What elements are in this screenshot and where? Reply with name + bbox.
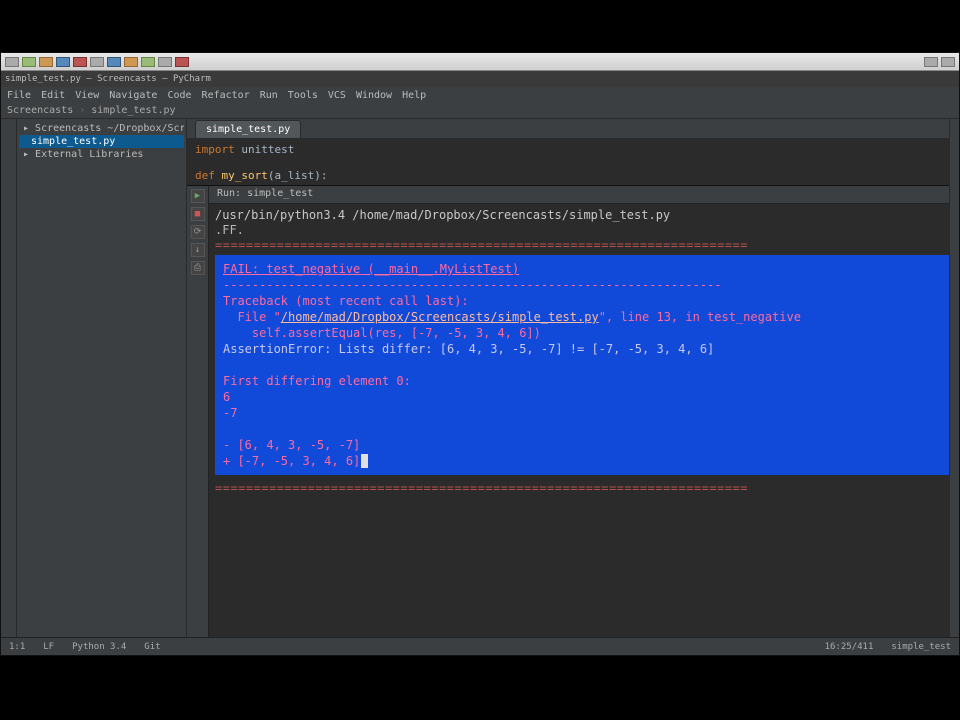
terminal-output[interactable]: /usr/bin/python3.4 /home/mad/Dropbox/Scr… (209, 204, 949, 637)
ide-title-text: simple_test.py — Screencasts — PyCharm (5, 74, 211, 84)
menu-vcs[interactable]: VCS (328, 90, 346, 101)
traceback-line: self.assertEqual(res, [-7, -5, 3, 4, 6]) (223, 326, 541, 340)
assertion-error: AssertionError: Lists differ: [6, 4, 3, … (223, 342, 714, 356)
gutter-button[interactable]: ⟳ (191, 225, 205, 239)
taskbar-item[interactable] (175, 57, 189, 67)
status-vcs[interactable]: Git (144, 642, 160, 652)
ide-menubar[interactable]: File Edit View Navigate Code Refactor Ru… (1, 87, 959, 103)
taskbar-item[interactable] (39, 57, 53, 67)
rerun-button[interactable]: ▶ (191, 189, 205, 203)
status-bar: 1:1 LF Python 3.4 Git 16:25/411 simple_t… (1, 637, 959, 655)
breadcrumb[interactable]: Screencasts › simple_test.py (1, 103, 959, 119)
diff-line: + [-7, -5, 3, 4, 6] (223, 454, 360, 468)
tab-simple-test[interactable]: simple_test.py (195, 120, 301, 138)
menu-refactor[interactable]: Refactor (202, 90, 250, 101)
taskbar-item[interactable] (73, 57, 87, 67)
terminal-selection[interactable]: FAIL: test_negative (__main__.MyListTest… (215, 255, 949, 475)
taskbar-item[interactable] (158, 57, 172, 67)
taskbar-tray[interactable] (924, 57, 938, 67)
menu-run[interactable]: Run (260, 90, 278, 101)
desktop-screen: simple_test.py — Screencasts — PyCharm F… (0, 52, 960, 656)
stop-button[interactable]: ■ (191, 207, 205, 221)
taskbar-item[interactable] (124, 57, 138, 67)
folder-icon: ▸ (23, 149, 35, 160)
menu-view[interactable]: View (75, 90, 99, 101)
crumb-sep: › (79, 105, 85, 116)
gutter-button[interactable]: ↓ (191, 243, 205, 257)
text-cursor (361, 454, 368, 468)
taskbar-tray[interactable] (941, 57, 955, 67)
taskbar-item[interactable] (56, 57, 70, 67)
tree-file-selected[interactable]: simple_test.py (19, 135, 184, 148)
left-tool-rail[interactable] (1, 119, 17, 637)
tree-root[interactable]: ▸ Screencasts ~/Dropbox/Screencasts (19, 122, 184, 135)
diff-line: 6 (223, 390, 230, 404)
tree-external-libs[interactable]: ▸ External Libraries (19, 148, 184, 161)
taskbar-item[interactable] (5, 57, 19, 67)
status-interpreter[interactable]: Python 3.4 (72, 642, 126, 652)
crumb-folder[interactable]: Screencasts (7, 105, 73, 116)
gutter-button[interactable]: ⎙ (191, 261, 205, 275)
menu-edit[interactable]: Edit (41, 90, 65, 101)
terminal-test-status: .FF. (215, 223, 943, 238)
status-run-config[interactable]: simple_test (891, 642, 951, 652)
menu-tools[interactable]: Tools (288, 90, 318, 101)
editor-tabs[interactable]: simple_test.py (187, 119, 949, 139)
status-time: 16:25/411 (825, 642, 874, 652)
project-tree[interactable]: ▸ Screencasts ~/Dropbox/Screencasts simp… (17, 119, 187, 637)
terminal-cmd: /usr/bin/python3.4 /home/mad/Dropbox/Scr… (215, 208, 943, 223)
crumb-file[interactable]: simple_test.py (91, 105, 175, 116)
ide-window: simple_test.py — Screencasts — PyCharm F… (1, 71, 959, 655)
menu-code[interactable]: Code (167, 90, 191, 101)
terminal-divider: ========================================… (215, 481, 943, 496)
taskbar-item[interactable] (107, 57, 121, 67)
os-taskbar[interactable] (1, 53, 959, 71)
right-tool-rail[interactable] (949, 119, 959, 637)
run-tool-window: ▶ ■ ⟳ ↓ ⎙ Run: simple_test /usr/bin/pyth… (187, 185, 949, 637)
run-gutter: ▶ ■ ⟳ ↓ ⎙ (187, 186, 209, 637)
menu-window[interactable]: Window (356, 90, 392, 101)
letterbox-bottom (0, 656, 960, 720)
menu-file[interactable]: File (7, 90, 31, 101)
menu-navigate[interactable]: Navigate (109, 90, 157, 101)
diff-line: - [6, 4, 3, -5, -7] (223, 438, 360, 452)
status-eol[interactable]: LF (43, 642, 54, 652)
menu-help[interactable]: Help (402, 90, 426, 101)
diff-line: First differing element 0: (223, 374, 411, 388)
taskbar-item[interactable] (141, 57, 155, 67)
terminal-divider: ========================================… (215, 238, 943, 253)
taskbar-item[interactable] (22, 57, 36, 67)
folder-icon: ▸ (23, 123, 35, 134)
fail-header: FAIL: test_negative (__main__.MyListTest… (223, 262, 519, 276)
status-pos[interactable]: 1:1 (9, 642, 25, 652)
ide-titlebar: simple_test.py — Screencasts — PyCharm (1, 71, 959, 87)
code-editor[interactable]: import unittest def my_sort(a_list): (187, 139, 949, 185)
taskbar-item[interactable] (90, 57, 104, 67)
traceback-file-link[interactable]: /home/mad/Dropbox/Screencasts/simple_tes… (281, 310, 599, 324)
traceback-line: Traceback (most recent call last): (223, 294, 469, 308)
run-header[interactable]: Run: simple_test (209, 186, 949, 204)
letterbox-top (0, 0, 960, 52)
diff-line: -7 (223, 406, 237, 420)
